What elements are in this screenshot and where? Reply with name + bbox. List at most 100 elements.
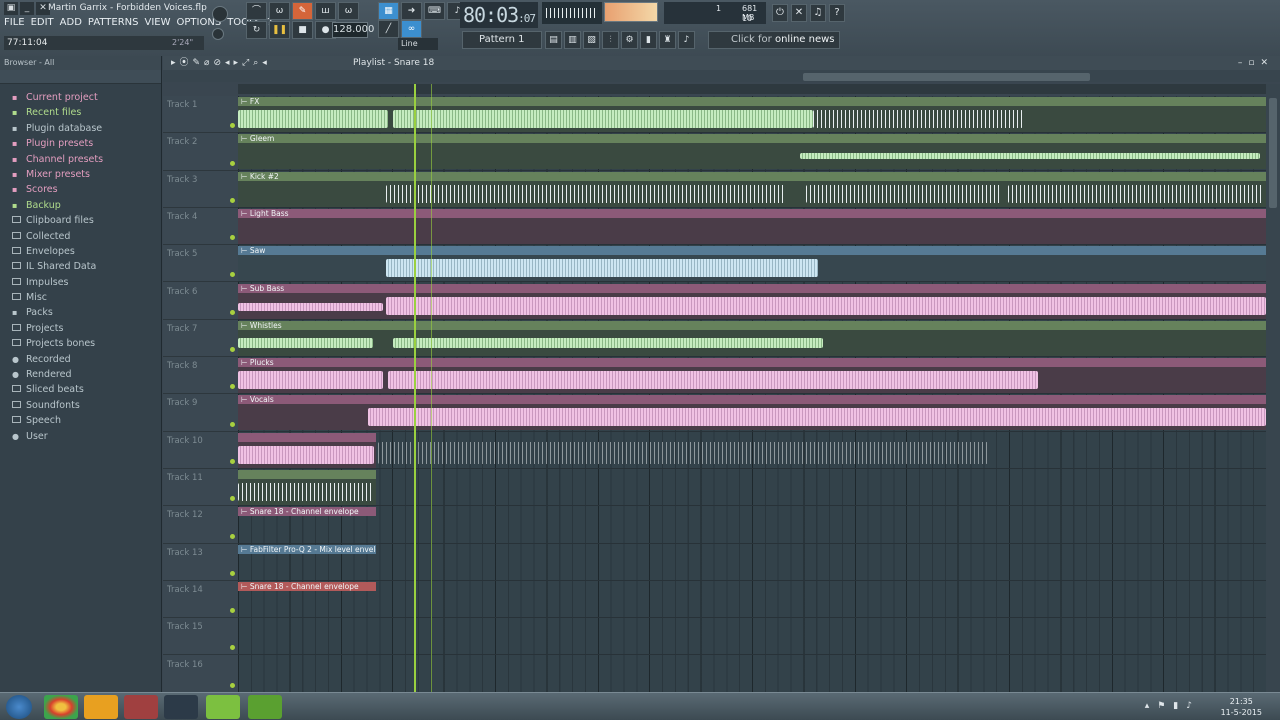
browser-item[interactable]: ● User [0, 429, 161, 444]
browser-item[interactable]: Misc [0, 290, 161, 305]
track-led-icon[interactable] [230, 682, 235, 688]
track-led-icon[interactable] [230, 645, 235, 651]
audio-clip[interactable]: ⊢ Kick #2 [238, 171, 1266, 207]
horizontal-scrollbar[interactable] [803, 73, 1090, 81]
step-edit-icon[interactable]: ✎ [292, 2, 313, 20]
track-header[interactable]: Track 16 [163, 656, 238, 693]
browser-item[interactable]: ▪ Recent files [0, 105, 161, 120]
browser-item[interactable]: ▪ Packs [0, 305, 161, 320]
audio-clip[interactable]: ⊢ Light Bass [238, 208, 1266, 244]
browser-item[interactable]: Projects [0, 321, 161, 336]
track-led-icon[interactable] [230, 160, 235, 166]
automation-clip[interactable]: ⊢ Snare 18 - Channel envelope [238, 507, 376, 542]
help-icon[interactable]: ? [829, 4, 845, 22]
stop-button[interactable]: ■ [292, 21, 313, 39]
track-led-icon[interactable] [230, 533, 235, 539]
audio-clip[interactable]: ⊢ Sub Bass [238, 283, 1266, 319]
track-led-icon[interactable] [230, 608, 235, 614]
audio-clip[interactable]: ⊢ Vocals [238, 395, 1266, 431]
metronome-icon[interactable]: ⌒ [246, 2, 267, 20]
mixer-panel-icon[interactable]: ⫶ [602, 31, 619, 49]
menu-edit[interactable]: EDIT [31, 17, 54, 28]
track-header[interactable]: Track 2 [163, 133, 238, 171]
steam-icon[interactable] [164, 695, 198, 719]
online-news-button[interactable]: Click for online news [708, 31, 840, 49]
track-header[interactable]: Track 15 [163, 618, 238, 656]
browser-item[interactable]: ▪ Mixer presets [0, 167, 161, 182]
loop-record-icon[interactable]: ω [338, 2, 359, 20]
browser-item[interactable]: ▪ Scores [0, 182, 161, 197]
loop-icon[interactable]: ↻ [246, 21, 267, 39]
chrome-icon[interactable] [44, 695, 78, 719]
track-header[interactable]: Track 4 [163, 208, 238, 246]
plugin-icon[interactable]: ⚙ [621, 31, 638, 49]
playlist-window-controls[interactable]: –▫✕ [1238, 56, 1274, 70]
browser-item[interactable]: ▪ Current project [0, 90, 161, 105]
channel-rack-icon[interactable]: ▧ [583, 31, 600, 49]
track-header[interactable]: Track 6 [163, 283, 238, 320]
master-volume-knob[interactable] [212, 6, 228, 22]
browser-item[interactable]: ▪ Plugin database [0, 121, 161, 136]
track-led-icon[interactable] [230, 384, 235, 390]
plugin-picker-icon[interactable]: ♜ [659, 31, 676, 49]
track-header[interactable]: Track 13 [163, 544, 238, 581]
audio-clip[interactable]: ⊢ Gleem [238, 134, 1266, 170]
playhead-marker[interactable] [414, 84, 416, 692]
playlist-icon[interactable]: ▤ [545, 31, 562, 49]
menu-view[interactable]: VIEW [145, 17, 171, 28]
track-header[interactable]: Track 3 [163, 171, 238, 208]
master-pitch-knob[interactable] [212, 28, 224, 40]
browser-item[interactable]: Speech [0, 413, 161, 428]
link-icon[interactable]: ∞ [401, 20, 422, 38]
typing-keyboard-icon[interactable]: ⌨ [424, 2, 445, 20]
wait-input-icon[interactable]: ω [269, 2, 290, 20]
track-header[interactable]: Track 9 [163, 394, 238, 432]
power-icon[interactable]: ⏻ [772, 4, 788, 22]
track-led-icon[interactable] [230, 123, 235, 129]
system-tray[interactable]: ▴⚑▮♪ [1145, 701, 1200, 711]
menu-patterns[interactable]: PATTERNS [88, 17, 139, 28]
audio-clip[interactable]: ⊢ FX [238, 97, 1266, 132]
browser-item[interactable]: ▪ Backup [0, 198, 161, 213]
start-button[interactable] [6, 695, 32, 719]
browser-item[interactable]: Clipboard files [0, 213, 161, 228]
track-led-icon[interactable] [230, 570, 235, 576]
audio-clip[interactable]: ⊢ Whistles [238, 320, 1266, 356]
browser-item[interactable]: Impulses [0, 275, 161, 290]
tempo-display[interactable]: 128.000 [332, 22, 374, 38]
track-header[interactable]: Track 7 [163, 320, 238, 358]
song-position[interactable]: 80:03:07 [460, 2, 538, 28]
system-clock[interactable]: 21:35 11-5-2015 [1221, 696, 1262, 718]
track-led-icon[interactable] [230, 458, 235, 464]
automation-clip[interactable]: ⊢ FabFilter Pro-Q 2 - Mix level envelope [238, 544, 376, 580]
camtasia-icon[interactable] [206, 695, 240, 719]
vertical-scrollbar[interactable] [1266, 84, 1280, 692]
track-led-icon[interactable] [230, 347, 235, 353]
track-led-icon[interactable] [230, 421, 235, 427]
blend-notes-icon[interactable]: ш [315, 2, 336, 20]
pattern-mode-icon[interactable]: ▦ [378, 2, 399, 20]
audio-clip[interactable] [238, 432, 376, 468]
track-led-icon[interactable] [230, 496, 235, 502]
microphone-record-icon[interactable]: ♪ [678, 31, 695, 49]
loop-marker[interactable] [431, 84, 432, 692]
track-header[interactable]: Track 1 [163, 96, 238, 134]
playlist-tools[interactable]: ▸⦿✎⌀⊘◂▸⤢⌕◂ [171, 56, 271, 70]
pause-button[interactable]: ❚❚ [269, 21, 290, 39]
track-led-icon[interactable] [230, 235, 235, 241]
track-led-icon[interactable] [230, 197, 235, 203]
playlist-grid[interactable]: ⊢ FX ⊢ Gleem ⊢ Kick #2 ⊢ Light Bass ⊢ Sa… [238, 96, 1266, 692]
browser-item[interactable]: ▪ Plugin presets [0, 136, 161, 151]
track-header[interactable]: Track 8 [163, 357, 238, 395]
fl-studio-taskbar-icon[interactable] [84, 695, 118, 719]
browser-item[interactable]: ▪ Channel presets [0, 152, 161, 167]
browser-item[interactable]: Envelopes [0, 244, 161, 259]
camtasia-recorder-icon[interactable] [248, 695, 282, 719]
piano-roll-icon[interactable]: ▥ [564, 31, 581, 49]
restore-button[interactable]: ▣ [4, 2, 18, 15]
draw-tool-icon[interactable]: ╱ [378, 20, 399, 38]
browser-item[interactable]: Soundfonts [0, 398, 161, 413]
menu-add[interactable]: ADD [60, 17, 82, 28]
mixer-icon[interactable]: ✕ [791, 4, 807, 22]
audio-clip[interactable]: ⊢ Plucks [238, 358, 1266, 394]
